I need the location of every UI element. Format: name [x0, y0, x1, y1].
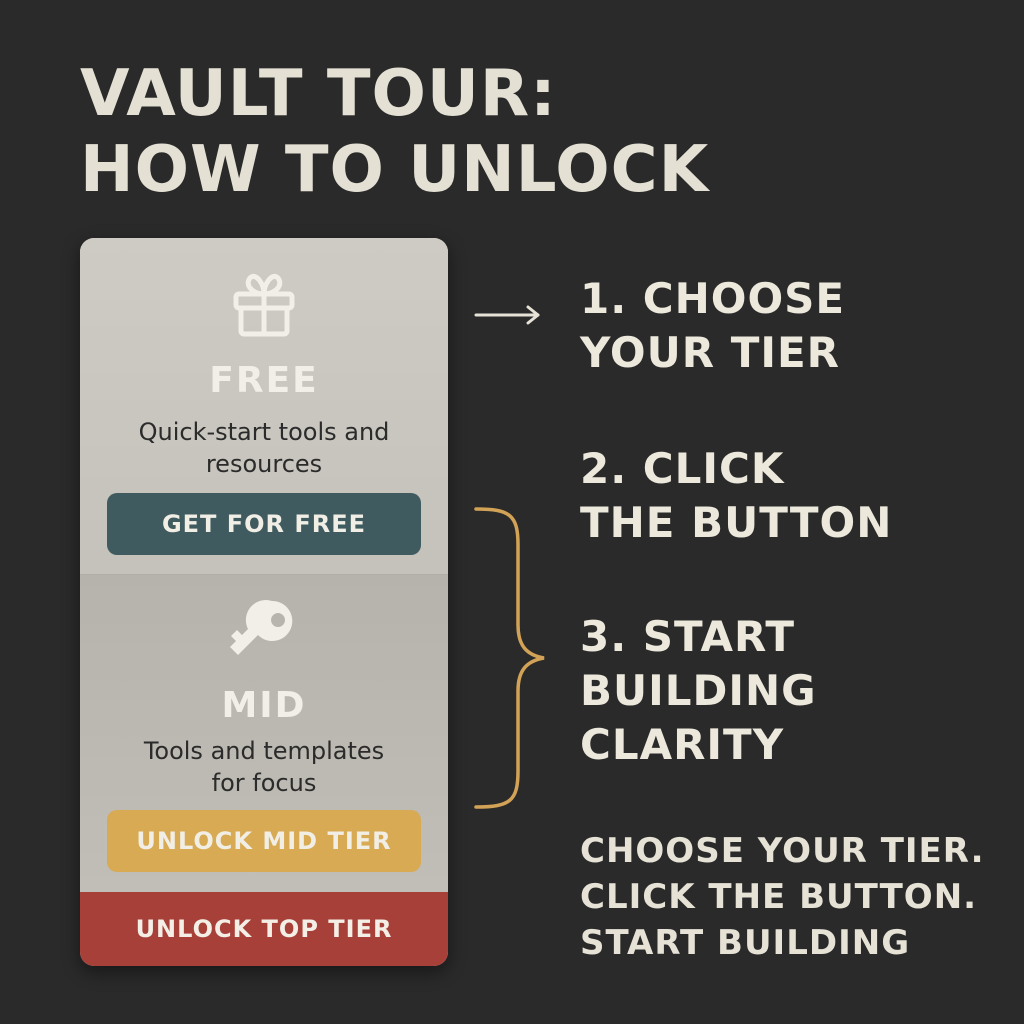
gift-icon: [233, 274, 295, 337]
step-3-line-1: 3. START: [580, 612, 796, 661]
step-2-line-1: 2. CLICK: [580, 444, 785, 493]
summary-text: CHOOSE YOUR TIER. CLICK THE BUTTON. STAR…: [580, 828, 985, 966]
tier-free-description: Quick-start tools and resources: [100, 416, 428, 480]
summary-line-3: START BUILDING: [580, 923, 911, 963]
step-3-line-2: BUILDING: [580, 666, 817, 715]
tier-mid-section: MID Tools and templates for focus UNLOCK…: [80, 574, 448, 893]
summary-line-2: CLICK THE BUTTON.: [580, 877, 978, 917]
tier-free-desc-line-1: Quick-start tools and: [138, 418, 390, 446]
step-3: 3. START BUILDING CLARITY: [580, 610, 817, 772]
unlock-top-tier-button[interactable]: UNLOCK TOP TIER: [80, 892, 448, 966]
title-line-2: HOW TO UNLOCK: [80, 133, 710, 207]
curly-bracket-icon: [474, 507, 545, 809]
tier-free-name: FREE: [209, 360, 319, 401]
unlock-mid-tier-button[interactable]: UNLOCK MID TIER: [107, 810, 421, 872]
tier-mid-name: MID: [221, 685, 307, 726]
tier-card: FREE Quick-start tools and resources GET…: [80, 238, 448, 966]
tier-free-section: FREE Quick-start tools and resources GET…: [80, 238, 448, 574]
title-line-1: VAULT TOUR:: [80, 57, 557, 131]
step-1: 1. CHOOSE YOUR TIER: [580, 272, 845, 380]
step-3-line-3: CLARITY: [580, 720, 785, 769]
tier-free-desc-line-2: resources: [205, 450, 323, 478]
tier-mid-desc-line-2: for focus: [211, 769, 317, 797]
tier-mid-description: Tools and templates for focus: [100, 735, 428, 799]
step-1-line-2: YOUR TIER: [580, 328, 840, 377]
step-2-line-2: THE BUTTON: [580, 498, 893, 547]
arrow-right-icon: [474, 305, 540, 325]
get-for-free-button[interactable]: GET FOR FREE: [107, 493, 421, 555]
step-1-line-1: 1. CHOOSE: [580, 274, 846, 323]
step-2: 2. CLICK THE BUTTON: [580, 442, 892, 550]
page-title: VAULT TOUR: HOW TO UNLOCK: [80, 56, 709, 208]
summary-line-1: CHOOSE YOUR TIER.: [580, 831, 985, 871]
key-icon: [230, 600, 293, 655]
tier-mid-desc-line-1: Tools and templates: [143, 737, 385, 765]
